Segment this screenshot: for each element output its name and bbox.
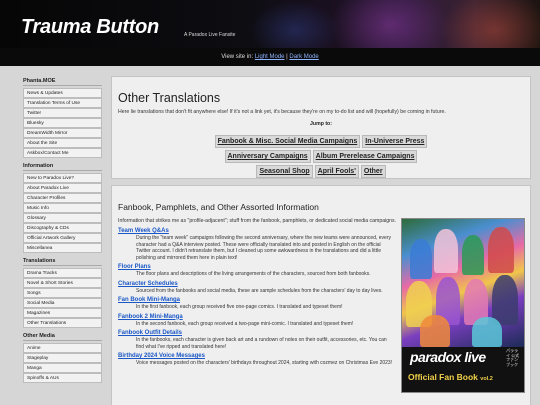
sidebar-item-spinoffs-aus[interactable]: Spinoffs & AUs	[23, 373, 102, 383]
banner-art	[330, 0, 450, 48]
list-item: Character Schedules Sourced from the fanb…	[118, 281, 393, 295]
translations-panel: Other Translations Here lie translations…	[111, 76, 531, 179]
entry-description: In the first fanbook, each group receive…	[136, 304, 343, 310]
entry-description: Voice messages posted on the characters'…	[136, 360, 393, 366]
entry-link-fanbook-outfit-details[interactable]: Fanbook Outfit Details	[118, 330, 393, 337]
fanbook-cover-image: paradox live Official Fan Book vol.2 パララ…	[401, 218, 525, 393]
entry-description: In the fanbooks, each character is given…	[136, 337, 387, 350]
sidebar-item-askbox-contact-me[interactable]: Askbox/Contact Me	[23, 148, 102, 158]
view-mode-separator: |	[286, 54, 288, 60]
list-item: Fanbook 2 Mini-Manga In the second fanboo…	[118, 314, 393, 328]
jump-button-other[interactable]: Other	[360, 165, 386, 178]
sidebar-item-news-updates[interactable]: News & Updates	[23, 88, 102, 98]
dark-mode-link[interactable]: Dark Mode	[289, 54, 318, 60]
list-item: Fanbook Outfit Details In the fanbooks, e…	[118, 330, 393, 350]
sidebar-item-bluesky[interactable]: Bluesky	[23, 118, 102, 128]
sidebar-item-translation-terms-of-use[interactable]: Translation Terms of Use	[23, 98, 102, 108]
sidebar-item-social-media[interactable]: Social Media	[23, 298, 102, 308]
sidebar-section-title: Information	[23, 161, 102, 171]
sidebar-item-dreamwidth-mirror[interactable]: DreamWidth Mirror	[23, 128, 102, 138]
sidebar-item-anime[interactable]: Anime	[23, 343, 102, 353]
sidebar-item-music-info[interactable]: Music Info	[23, 203, 102, 213]
jump-label: Jump to:	[310, 121, 332, 127]
view-mode-label: View site in:	[221, 54, 254, 60]
page-intro: Here lie translations that don't fit any…	[118, 109, 446, 115]
site-title[interactable]: Trauma Button	[21, 16, 159, 39]
jump-nav: Fanbook & Misc. Social Media Campaigns In…	[118, 130, 524, 178]
sidebar-item-about-paradox-live[interactable]: About Paradox Live	[23, 183, 102, 193]
sidebar-section-title: Phanta.MOE	[23, 76, 102, 86]
sidebar-item-twitter[interactable]: Twitter	[23, 108, 102, 118]
list-item: Fan Book Mini-Manga In the first fanbook,…	[118, 297, 393, 311]
sidebar-item-character-profiles[interactable]: Character Profiles	[23, 193, 102, 203]
entry-link-birthday-2024-voice-messages[interactable]: Birthday 2024 Voice Messages	[118, 353, 393, 360]
sidebar-section-title: Other Media	[23, 331, 102, 341]
list-item: Floor Plans The floor plans and descripti…	[118, 264, 393, 278]
jump-row: Anniversary Campaigns Album Prerelease Ca…	[118, 145, 524, 163]
jump-row: Fanbook & Misc. Social Media Campaigns In…	[118, 130, 524, 148]
banner-art-accent-2	[250, 0, 340, 48]
sidebar-item-manga[interactable]: Manga	[23, 363, 102, 373]
sidebar-item-new-to-paradox-live[interactable]: New to Paradox Live?	[23, 173, 102, 183]
cover-japanese-text: パラライ 公式ファンブック	[506, 348, 520, 367]
entry-link-character-schedules[interactable]: Character Schedules	[118, 281, 393, 288]
sidebar-item-miscellanea[interactable]: Miscellanea	[23, 243, 102, 253]
sidebar-item-other-translations[interactable]: Other Translations	[23, 318, 102, 328]
sidebar-item-official-artwork-gallery[interactable]: Official Artwork Gallery	[23, 233, 102, 243]
entry-description: In the second fanbook, each group receiv…	[136, 320, 354, 327]
sidebar: Phanta.MOE News & Updates Translation Term…	[23, 76, 102, 386]
view-mode-bar: View site in: Light Mode | Dark Mode	[0, 48, 540, 66]
entry-description: Sourced from the fanbooks and social med…	[136, 287, 383, 294]
light-mode-link[interactable]: Light Mode	[255, 54, 285, 60]
site-subtitle: A Paradox Live Fansite	[184, 32, 236, 38]
section-intro: Information that strikes me as "profile-…	[118, 218, 397, 224]
sidebar-item-stageplay[interactable]: Stageplay	[23, 353, 102, 363]
entry-link-fanbook-2-mini-manga[interactable]: Fanbook 2 Mini-Manga	[118, 314, 393, 321]
entry-description: During the "team week" campaigns followi…	[136, 235, 391, 261]
sidebar-item-magazines[interactable]: Magazines	[23, 308, 102, 318]
cover-logo: paradox live	[410, 349, 486, 365]
cover-volume: vol.2	[480, 376, 493, 382]
fanbook-section: Fanbook, Pamphlets, and Other Assorted I…	[111, 185, 531, 405]
site-banner: Trauma Button A Paradox Live Fansite	[0, 0, 540, 48]
section-title: Fanbook, Pamphlets, and Other Assorted I…	[118, 202, 319, 212]
entry-description: The floor plans and descriptions of the …	[136, 271, 371, 277]
cover-art	[402, 219, 524, 347]
jump-button-seasonal-shop[interactable]: Seasonal Shop	[256, 165, 313, 178]
entry-link-team-week-q-as[interactable]: Team Week Q&As	[118, 228, 393, 235]
entry-link-fan-book-mini-manga[interactable]: Fan Book Mini-Manga	[118, 297, 393, 304]
list-item: Birthday 2024 Voice Messages Voice messag…	[118, 353, 393, 367]
page-title: Other Translations	[118, 91, 221, 105]
jump-button-april-fools[interactable]: April Fools'	[314, 165, 359, 178]
sidebar-item-novel-short-stories[interactable]: Novel & Short Stories	[23, 278, 102, 288]
sidebar-item-glossary[interactable]: Glossary	[23, 213, 102, 223]
sidebar-item-discography-cds[interactable]: Discography & CDs	[23, 223, 102, 233]
sidebar-item-about-the-site[interactable]: About the Site	[23, 138, 102, 148]
entry-link-floor-plans[interactable]: Floor Plans	[118, 264, 393, 271]
sidebar-item-songs[interactable]: Songs	[23, 288, 102, 298]
sidebar-section-title: Translations	[23, 256, 102, 266]
cover-title-text: Official Fan Book	[408, 372, 478, 382]
jump-row: Seasonal Shop April Fools' Other	[118, 160, 524, 178]
list-item: Team Week Q&As During the "team week" cam…	[118, 228, 393, 261]
cover-title: Official Fan Book vol.2	[408, 372, 493, 382]
sidebar-item-drama-tracks[interactable]: Drama Tracks	[23, 268, 102, 278]
banner-art-accent	[440, 0, 540, 48]
